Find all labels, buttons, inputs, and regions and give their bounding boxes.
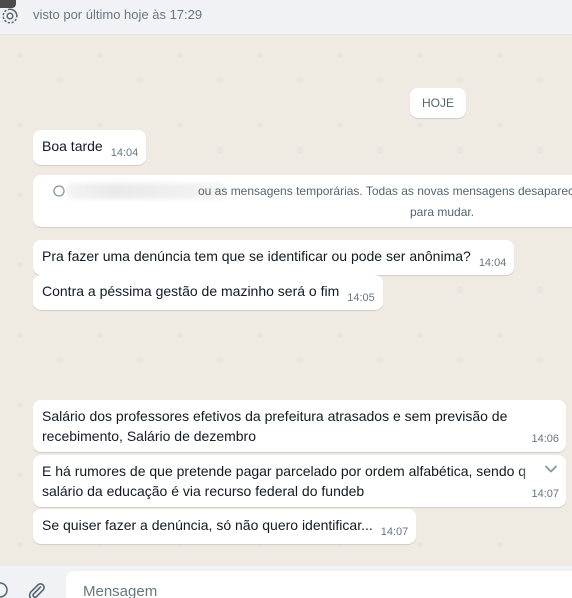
- system-notice-action[interactable]: para mudar.: [410, 205, 474, 219]
- chat-header: visto por último hoje às 17:29: [0, 0, 572, 35]
- message-text-line: salário da educação é via recurso federa…: [42, 483, 365, 499]
- system-notice-text: ou as mensagens temporárias. Todas as no…: [198, 184, 572, 198]
- message-text: E há rumores de que pretende pagar parce…: [42, 461, 566, 501]
- message-time: 14:07: [380, 526, 409, 538]
- message-bubble[interactable]: Se quiser fazer a denúncia, só não quero…: [33, 509, 417, 544]
- date-chip: HOJE: [410, 88, 467, 118]
- fade-overlay: [518, 455, 566, 485]
- message-time: 14:04: [478, 257, 507, 269]
- message-time: 14:04: [110, 147, 139, 159]
- message-list[interactable]: HOJE Boa tarde 14:04 ou as mensagens temp…: [0, 35, 572, 566]
- message-time: 14:06: [531, 433, 559, 445]
- message-text: Pra fazer uma denúncia tem que se identi…: [42, 248, 471, 264]
- message-text: Contra a péssima gestão de mazinho será …: [42, 283, 340, 299]
- system-notice: ou as mensagens temporárias. Todas as no…: [33, 175, 572, 227]
- timer-icon: [2, 8, 18, 24]
- message-time: 14:07: [531, 488, 559, 500]
- message-bubble[interactable]: Boa tarde 14:04: [33, 130, 147, 165]
- message-text: Salário dos professores efetivos da pref…: [42, 408, 508, 444]
- message-bubble[interactable]: Contra a péssima gestão de mazinho será …: [33, 275, 383, 310]
- last-seen-status: visto por último hoje às 17:29: [33, 7, 203, 22]
- emoji-icon[interactable]: [0, 582, 8, 598]
- timer-icon: [53, 185, 65, 197]
- message-time: 14:05: [347, 292, 375, 304]
- chevron-down-icon[interactable]: [544, 462, 558, 476]
- message-text: Se quiser fazer a denúncia, só não quero…: [42, 517, 373, 533]
- message-bubble[interactable]: Pra fazer uma denúncia tem que se identi…: [33, 240, 515, 275]
- message-text-line: E há rumores de que pretende pagar parce…: [42, 463, 527, 479]
- message-bubble[interactable]: Salário dos professores efetivos da pref…: [33, 400, 566, 452]
- paperclip-icon[interactable]: [26, 581, 46, 598]
- message-text: Boa tarde: [42, 138, 103, 154]
- message-input[interactable]: [66, 571, 572, 598]
- chat-window: visto por último hoje às 17:29 HOJE Boa …: [0, 0, 572, 598]
- composer-bar: [0, 566, 572, 598]
- message-bubble[interactable]: E há rumores de que pretende pagar parce…: [33, 455, 566, 507]
